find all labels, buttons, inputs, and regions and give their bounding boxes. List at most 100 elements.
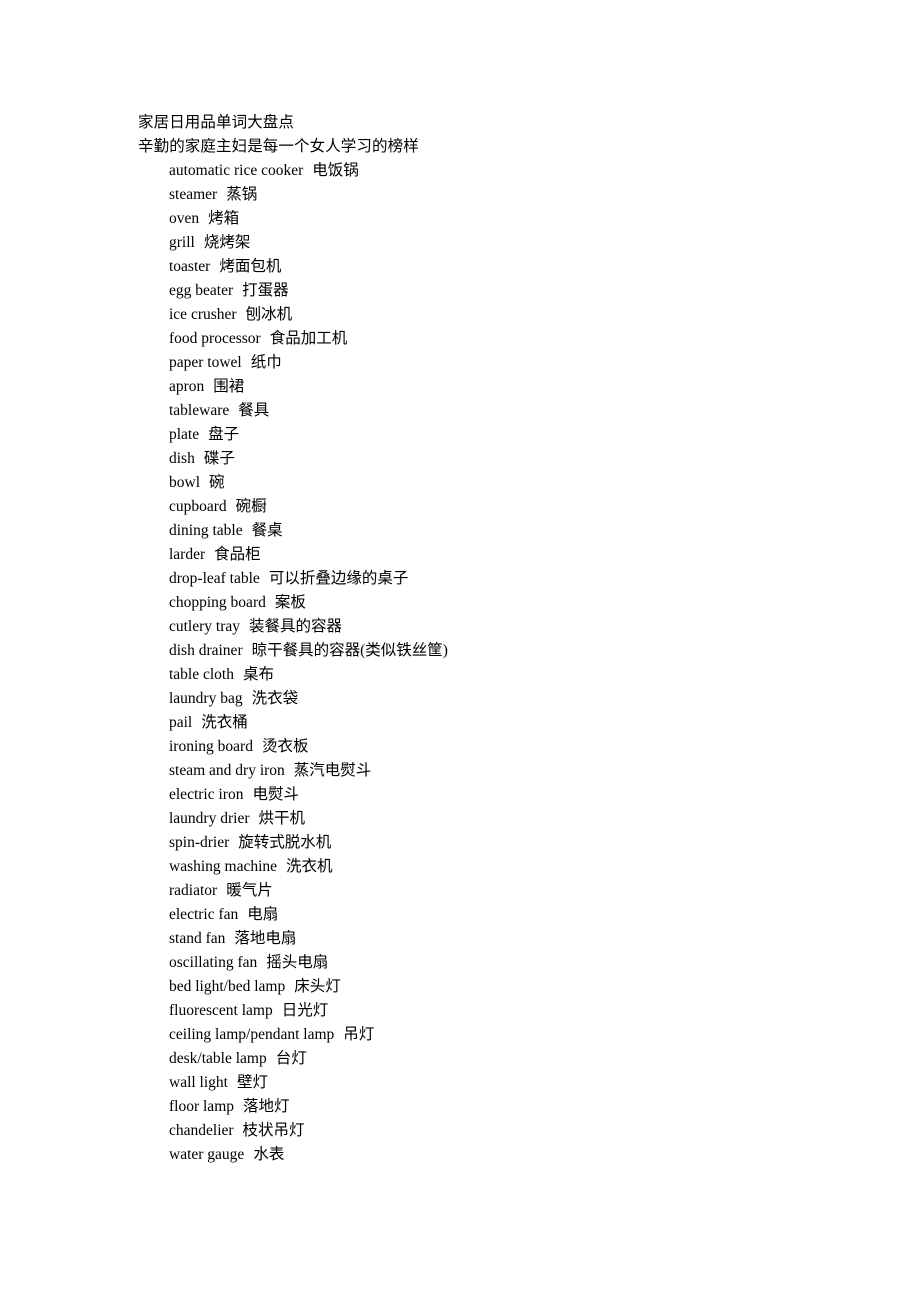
term-chinese: 烤箱 [208, 210, 240, 227]
vocabulary-entry: drop-leaf table 可以折叠边缘的桌子 [138, 567, 878, 591]
term-chinese: 碟子 [203, 450, 235, 467]
term-english: laundry bag [169, 690, 243, 707]
vocabulary-entry: electric fan 电扇 [138, 903, 878, 927]
vocabulary-entry: chandelier 枝状吊灯 [138, 1119, 878, 1143]
term-chinese: 碗橱 [235, 498, 267, 515]
term-english: toaster [169, 258, 211, 275]
term-chinese: 烘干机 [258, 810, 305, 827]
vocabulary-entry: tableware 餐具 [138, 399, 878, 423]
vocabulary-entry: plate 盘子 [138, 423, 878, 447]
term-english: chopping board [169, 594, 266, 611]
vocabulary-entry: bed light/bed lamp 床头灯 [138, 975, 878, 999]
vocabulary-entry: toaster 烤面包机 [138, 255, 878, 279]
vocabulary-entry: food processor 食品加工机 [138, 327, 878, 351]
term-english: apron [169, 378, 205, 395]
vocabulary-entry: stand fan 落地电扇 [138, 927, 878, 951]
term-english: bed light/bed lamp [169, 978, 286, 995]
vocabulary-entry: ice crusher 刨冰机 [138, 303, 878, 327]
term-english: dish drainer [169, 642, 243, 659]
document-title: 家居日用品单词大盘点 [138, 114, 295, 131]
term-chinese: 蒸锅 [226, 186, 258, 203]
term-english: radiator [169, 882, 218, 899]
term-chinese: 晾干餐具的容器(类似铁丝筐) [251, 642, 448, 659]
term-english: drop-leaf table [169, 570, 260, 587]
term-chinese: 落地灯 [243, 1098, 290, 1115]
term-chinese: 装餐具的容器 [249, 618, 343, 635]
term-chinese: 桌布 [243, 666, 275, 683]
term-english: dish [169, 450, 195, 467]
term-chinese: 台灯 [275, 1050, 307, 1067]
term-english: table cloth [169, 666, 234, 683]
term-english: plate [169, 426, 200, 443]
term-english: cutlery tray [169, 618, 241, 635]
vocabulary-entry: spin-drier 旋转式脱水机 [138, 831, 878, 855]
vocabulary-entry: chopping board 案板 [138, 591, 878, 615]
vocabulary-entry: cupboard 碗橱 [138, 495, 878, 519]
term-english: wall light [169, 1074, 228, 1091]
vocabulary-entry: grill 烧烤架 [138, 231, 878, 255]
term-chinese: 电熨斗 [252, 786, 299, 803]
term-chinese: 食品加工机 [269, 330, 348, 347]
term-chinese: 纸巾 [250, 354, 282, 371]
term-english: water gauge [169, 1146, 245, 1163]
term-english: food processor [169, 330, 261, 347]
vocabulary-entry: oven 烤箱 [138, 207, 878, 231]
term-chinese: 烫衣板 [261, 738, 309, 755]
term-chinese: 碗 [209, 474, 225, 491]
term-chinese: 洗衣桶 [201, 714, 248, 731]
term-chinese: 烧烤架 [203, 234, 251, 251]
term-english: larder [169, 546, 206, 563]
term-chinese: 盘子 [208, 426, 240, 443]
vocabulary-entry: dining table 餐桌 [138, 519, 878, 543]
term-english: fluorescent lamp [169, 1002, 273, 1019]
vocabulary-entry: ceiling lamp/pendant lamp 吊灯 [138, 1023, 878, 1047]
term-chinese: 电扇 [247, 906, 279, 923]
term-english: chandelier [169, 1122, 234, 1139]
vocabulary-entry: dish 碟子 [138, 447, 878, 471]
term-chinese: 落地电扇 [234, 930, 297, 947]
vocabulary-entry: water gauge 水表 [138, 1143, 878, 1167]
vocabulary-entry: laundry bag 洗衣袋 [138, 687, 878, 711]
term-chinese: 枝状吊灯 [242, 1122, 305, 1139]
term-chinese: 餐桌 [251, 522, 283, 539]
term-chinese: 围裙 [213, 378, 245, 395]
term-english: oscillating fan [169, 954, 258, 971]
term-chinese: 床头灯 [294, 978, 341, 995]
vocabulary-entry: dish drainer 晾干餐具的容器(类似铁丝筐) [138, 639, 878, 663]
vocabulary-entry: laundry drier 烘干机 [138, 807, 878, 831]
vocabulary-entry: wall light 壁灯 [138, 1071, 878, 1095]
vocabulary-entry: cutlery tray 装餐具的容器 [138, 615, 878, 639]
term-english: laundry drier [169, 810, 250, 827]
term-chinese: 洗衣机 [286, 858, 333, 875]
term-english: electric fan [169, 906, 239, 923]
vocabulary-list: automatic rice cooker 电饭锅 steamer 蒸锅 oven 烤箱 g… [138, 159, 878, 1167]
term-english: stand fan [169, 930, 226, 947]
term-chinese: 壁灯 [236, 1074, 268, 1091]
term-chinese: 吊灯 [343, 1026, 375, 1043]
term-chinese: 打蛋器 [242, 282, 289, 299]
vocabulary-entry: ironing board 烫衣板 [138, 735, 878, 759]
vocabulary-entry: table cloth 桌布 [138, 663, 878, 687]
term-english: ceiling lamp/pendant lamp [169, 1026, 335, 1043]
term-english: steam and dry iron [169, 762, 285, 779]
vocabulary-entry: floor lamp 落地灯 [138, 1095, 878, 1119]
term-english: steamer [169, 186, 218, 203]
document-page: 家居日用品单词大盘点 辛勤的家庭主妇是每一个女人学习的榜样 automatic … [0, 0, 920, 1302]
term-english: dining table [169, 522, 243, 539]
term-english: oven [169, 210, 200, 227]
term-english: electric iron [169, 786, 244, 803]
vocabulary-entry: radiator 暖气片 [138, 879, 878, 903]
term-chinese: 水表 [253, 1146, 285, 1163]
vocabulary-entry: washing machine 洗衣机 [138, 855, 878, 879]
vocabulary-entry: paper towel 纸巾 [138, 351, 878, 375]
term-chinese: 洗衣袋 [251, 690, 299, 707]
term-english: tableware [169, 402, 230, 419]
vocabulary-entry: apron 围裙 [138, 375, 878, 399]
term-chinese: 蒸汽电熨斗 [293, 762, 372, 779]
term-english: ice crusher [169, 306, 237, 323]
vocabulary-entry: larder 食品柜 [138, 543, 878, 567]
term-english: egg beater [169, 282, 234, 299]
vocabulary-entry: oscillating fan 摇头电扇 [138, 951, 878, 975]
vocabulary-entry: steamer 蒸锅 [138, 183, 878, 207]
term-english: cupboard [169, 498, 227, 515]
